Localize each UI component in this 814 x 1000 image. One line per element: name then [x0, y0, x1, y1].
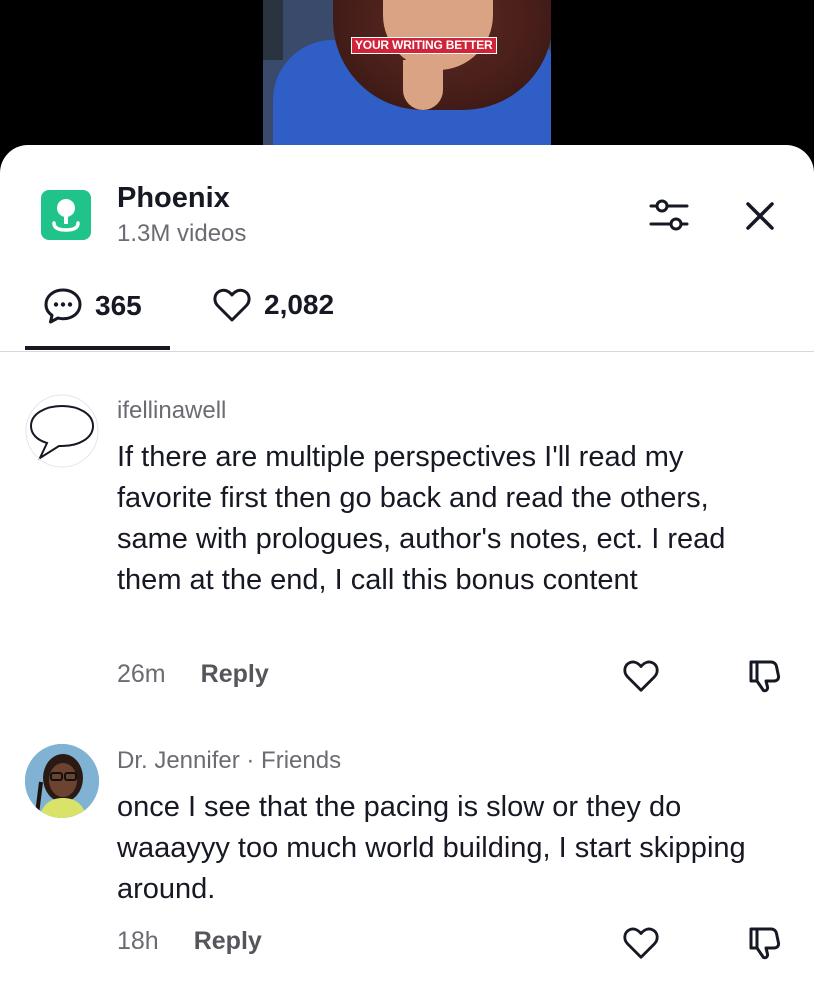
- user-photo-avatar-icon: [25, 744, 99, 818]
- topic-video-count: 1.3M videos: [117, 220, 247, 247]
- comment-username[interactable]: Dr. Jennifer · Friends: [117, 747, 341, 775]
- dislike-thumb-icon[interactable]: [745, 923, 783, 961]
- active-tab-indicator: [25, 346, 170, 350]
- dislike-thumb-icon[interactable]: [745, 656, 783, 694]
- comment-text: once I see that the pacing is slow or th…: [117, 791, 746, 905]
- heart-icon: [213, 288, 251, 322]
- video-caption: YOUR WRITING BETTER: [351, 37, 497, 54]
- topic-title: Phoenix: [117, 182, 230, 214]
- comment-meta: 18h Reply: [117, 927, 262, 956]
- avatar[interactable]: [25, 394, 99, 468]
- reply-button[interactable]: Reply: [201, 660, 269, 689]
- video-preview[interactable]: YOUR WRITING BETTER: [263, 0, 551, 160]
- comment-meta: 26m Reply: [117, 660, 269, 689]
- comments-count: 365: [95, 290, 142, 321]
- likes-count: 2,082: [264, 289, 335, 320]
- comment-text: If there are multiple perspectives I'll …: [117, 441, 726, 596]
- location-pin-icon: [41, 190, 91, 240]
- close-icon[interactable]: [742, 198, 778, 234]
- avatar[interactable]: [25, 744, 99, 818]
- like-comment-heart-icon[interactable]: [622, 658, 660, 694]
- divider: [0, 351, 814, 352]
- comment-username[interactable]: ifellinawell: [117, 397, 226, 425]
- reply-button[interactable]: Reply: [194, 927, 262, 956]
- comments-tab[interactable]: 365: [43, 286, 142, 326]
- like-comment-heart-icon[interactable]: [622, 925, 660, 961]
- comment-time: 18h: [117, 927, 159, 955]
- comment-bubble-icon: [44, 288, 82, 324]
- video-background: [263, 0, 283, 60]
- video-neck: [403, 60, 443, 110]
- filter-icon[interactable]: [648, 196, 690, 234]
- likes-tab[interactable]: 2,082: [212, 286, 334, 324]
- comment-time: 26m: [117, 660, 166, 688]
- speech-bubble-avatar-icon: [25, 394, 99, 468]
